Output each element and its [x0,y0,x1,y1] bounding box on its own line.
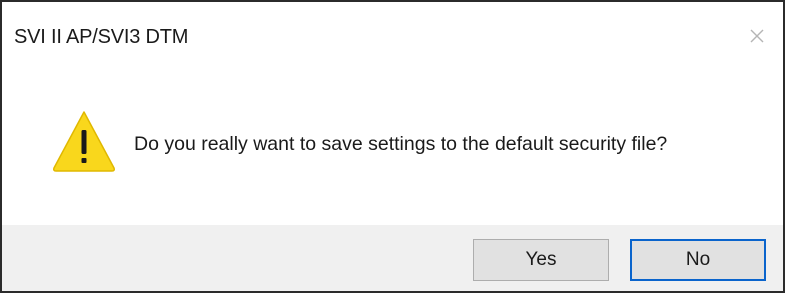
close-button[interactable] [741,22,773,50]
message-dialog: SVI II AP/SVI3 DTM Do you really want to… [0,0,785,293]
yes-button[interactable]: Yes [473,239,609,281]
button-bar: Yes No [2,225,783,291]
warning-icon [53,111,115,172]
no-button[interactable]: No [630,239,766,281]
window-title: SVI II AP/SVI3 DTM [14,26,189,48]
dialog-content: Do you really want to save settings to t… [2,64,783,224]
title-bar: SVI II AP/SVI3 DTM [2,2,783,64]
dialog-message: Do you really want to save settings to t… [134,133,668,155]
close-icon [750,29,764,43]
